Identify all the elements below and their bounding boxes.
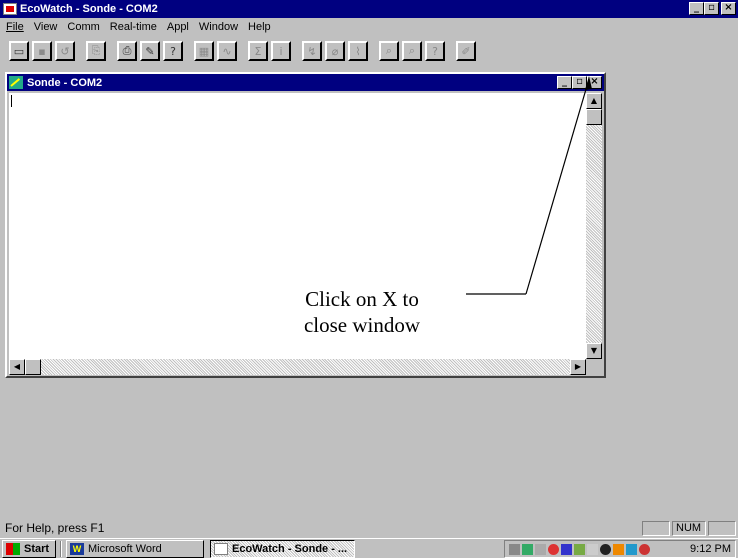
tray-app-icon-5[interactable] bbox=[600, 543, 611, 555]
taskbar: Start W Microsoft Word EcoWatch - Sonde … bbox=[0, 538, 738, 558]
tray-shield-icon[interactable] bbox=[548, 543, 559, 555]
tray-app-icon-6[interactable] bbox=[613, 543, 624, 555]
status-num: NUM bbox=[672, 520, 706, 536]
windows-logo-icon bbox=[6, 542, 20, 555]
taskbar-ecowatch[interactable]: EcoWatch - Sonde - ... bbox=[210, 539, 355, 558]
tray-app-icon-3[interactable] bbox=[561, 543, 572, 555]
annotation-line-2: close window bbox=[303, 313, 421, 337]
system-tray: 9:12 PM bbox=[504, 540, 736, 558]
tray-app-icon-1[interactable] bbox=[522, 543, 533, 555]
tray-app-icon-8[interactable] bbox=[639, 543, 650, 555]
status-panel-blank bbox=[642, 520, 670, 536]
annotation-arrow bbox=[466, 76, 592, 295]
tray-volume-icon[interactable] bbox=[587, 543, 598, 555]
start-label: Start bbox=[24, 542, 50, 555]
task-label-word: Microsoft Word bbox=[88, 542, 162, 555]
status-text: For Help, press F1 bbox=[5, 521, 105, 535]
task-label-ecowatch: EcoWatch - Sonde - ... bbox=[232, 542, 348, 555]
word-icon: W bbox=[70, 542, 84, 555]
status-panel-blank-2 bbox=[708, 520, 736, 536]
taskbar-microsoft-word[interactable]: W Microsoft Word bbox=[66, 539, 204, 558]
annotation-line-1: Click on X to bbox=[305, 287, 419, 311]
tray-app-icon-7[interactable] bbox=[626, 543, 637, 555]
annotation-callout: Click on X to close window bbox=[262, 286, 462, 338]
tray-app-icon-4[interactable] bbox=[574, 543, 585, 555]
status-bar: For Help, press F1 NUM bbox=[0, 519, 738, 537]
tray-app-icon-2[interactable] bbox=[535, 543, 546, 555]
tray-network-icon[interactable] bbox=[509, 543, 520, 555]
ecowatch-task-icon bbox=[214, 542, 228, 555]
taskbar-clock[interactable]: 9:12 PM bbox=[690, 543, 731, 555]
start-button[interactable]: Start bbox=[2, 539, 56, 558]
